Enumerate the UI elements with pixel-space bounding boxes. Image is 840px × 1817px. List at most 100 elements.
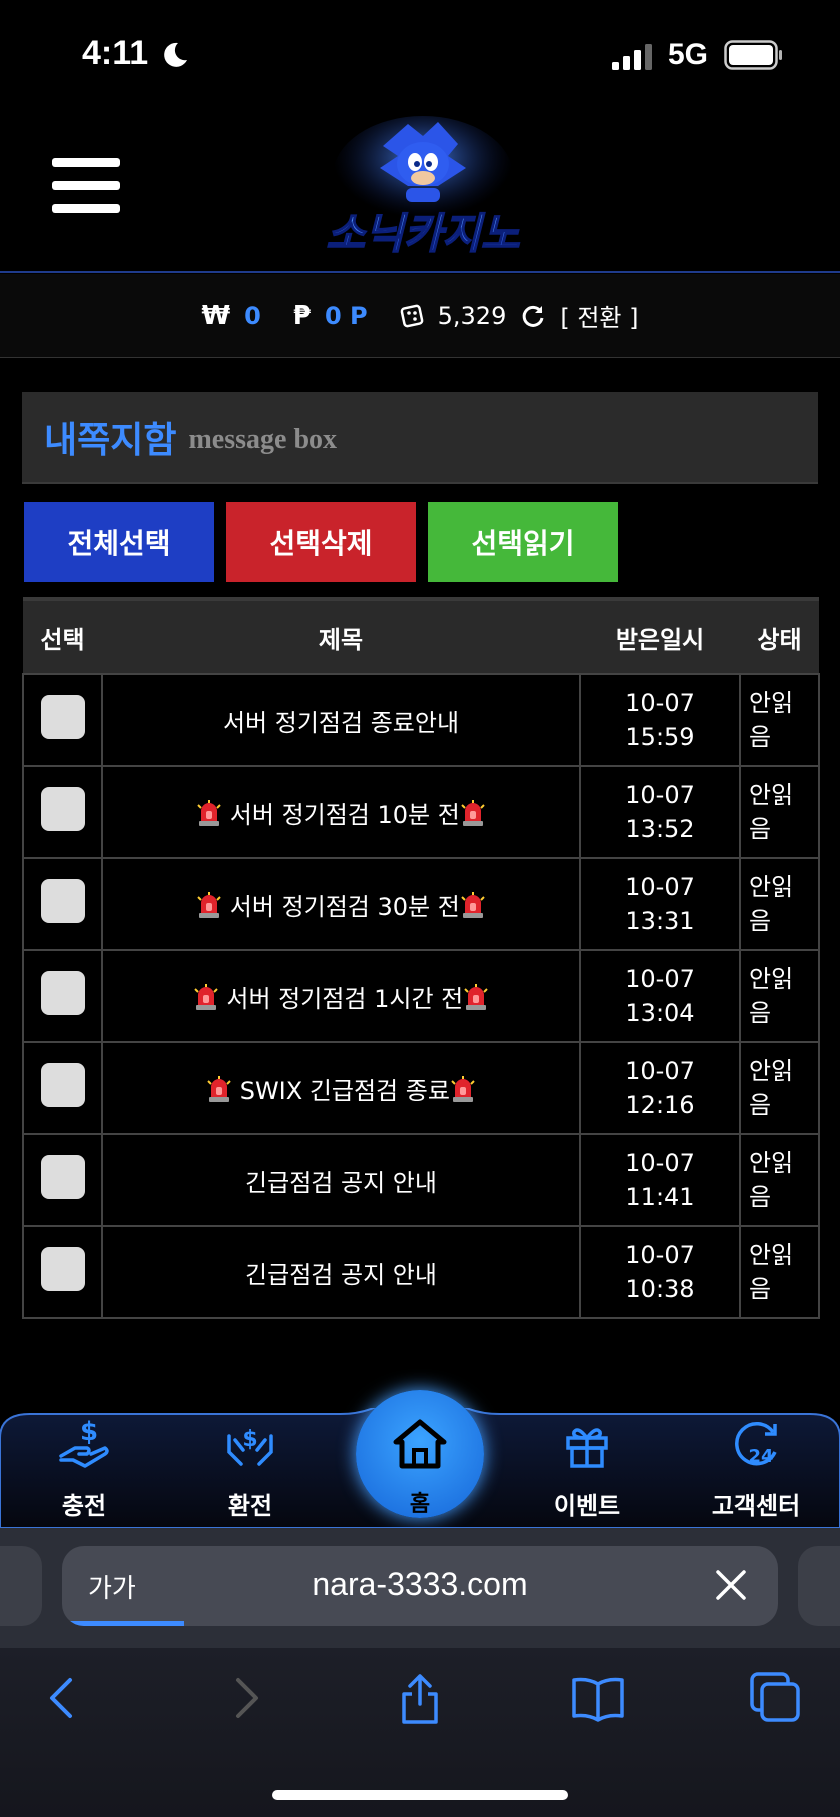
message-title[interactable]: 서버 정기점검 1시간 전 (226, 985, 463, 1013)
message-title[interactable]: 긴급점검 공지 안내 (245, 1169, 437, 1197)
nav-withdraw-label: 환전 (227, 1492, 273, 1520)
row-title-cell[interactable]: 긴급점검 공지 안내 (101, 1225, 581, 1319)
row-title-cell[interactable]: 서버 정기점검 10분 전 (101, 765, 581, 859)
read-selected-button[interactable]: 선택읽기 (428, 502, 618, 582)
col-header-status: 상태 (740, 597, 819, 674)
col-header-title: 제목 (102, 597, 580, 674)
table-row[interactable]: 서버 정기점검 10분 전 10-07 13:52 안읽 음 (22, 765, 820, 859)
share-icon[interactable] (392, 1670, 448, 1726)
won-symbol: ₩ (201, 300, 231, 331)
status-time: 4:11 (82, 34, 149, 72)
read-status-cont: 음 (749, 907, 772, 935)
row-title-cell[interactable]: 서버 정기점검 1시간 전 (101, 949, 581, 1043)
nav-event[interactable]: 이벤트 (527, 1416, 647, 1521)
nav-withdraw[interactable]: $ 환전 (190, 1416, 310, 1521)
previous-tab-peek[interactable] (0, 1546, 42, 1626)
point-symbol: ₱ (292, 300, 311, 331)
message-box-header: 내쪽지함 message box (22, 392, 818, 484)
read-status-cont: 음 (749, 1091, 772, 1119)
svg-text:$: $ (80, 1417, 98, 1447)
row-select-cell (22, 949, 103, 1043)
message-title[interactable]: 서버 정기점검 30분 전 (230, 893, 460, 921)
read-status: 안읽 (749, 965, 794, 993)
table-row[interactable]: 긴급점검 공지 안내 10-07 10:38 안읽 음 (22, 1225, 820, 1319)
won-balance: 0 (244, 301, 261, 330)
row-title-cell[interactable]: 서버 정기점검 30분 전 (101, 857, 581, 951)
nav-support[interactable]: 24 고객센터 (696, 1416, 816, 1521)
message-title[interactable]: 서버 정기점검 종료안내 (223, 709, 459, 737)
message-title[interactable]: SWIX 긴급점검 종료 (240, 1077, 450, 1105)
read-status-cont: 음 (749, 1275, 772, 1303)
forward-icon[interactable] (216, 1670, 272, 1726)
row-checkbox[interactable] (40, 1155, 85, 1199)
row-status-cell: 안읽 음 (739, 765, 820, 859)
cellular-signal-icon (612, 44, 652, 70)
row-title-cell[interactable]: SWIX 긴급점검 종료 (101, 1041, 581, 1135)
row-date-cell: 10-07 10:38 (579, 1225, 741, 1319)
siren-icon (451, 1075, 475, 1102)
siren-icon (197, 799, 221, 826)
nav-home[interactable]: 홈 (356, 1390, 484, 1518)
read-status-cont: 음 (749, 1183, 772, 1211)
row-select-cell (22, 765, 103, 859)
svg-text:24: 24 (748, 1446, 773, 1467)
convert-button[interactable]: [ 전환 ] (560, 298, 638, 333)
row-checkbox[interactable] (40, 695, 85, 739)
row-title-cell[interactable]: 긴급점검 공지 안내 (101, 1133, 581, 1227)
row-title-cell[interactable]: 서버 정기점검 종료안내 (101, 673, 581, 767)
row-select-cell (22, 1225, 103, 1319)
menu-button[interactable] (52, 158, 120, 218)
home-indicator[interactable] (272, 1790, 568, 1800)
row-checkbox[interactable] (40, 971, 85, 1015)
bookmarks-icon[interactable] (570, 1670, 626, 1726)
logo-text: 소닉카지노 (326, 209, 520, 258)
nav-deposit[interactable]: $ 충전 (24, 1416, 144, 1521)
next-tab-peek[interactable] (798, 1546, 840, 1626)
bottom-nav: $ 충전 $ 환전 홈 이벤트 24 고객센터 (0, 1390, 840, 1528)
row-checkbox[interactable] (40, 1063, 85, 1107)
table-row[interactable]: 서버 정기점검 종료안내 10-07 15:59 안읽 음 (22, 673, 820, 767)
url-text[interactable]: nara-3333.com (62, 1566, 778, 1603)
row-status-cell: 안읽 음 (739, 949, 820, 1043)
nav-home-label: 홈 (409, 1492, 431, 1517)
back-icon[interactable] (36, 1670, 92, 1726)
browser-toolbar (0, 1648, 840, 1817)
table-row[interactable]: 긴급점검 공지 안내 10-07 11:41 안읽 음 (22, 1133, 820, 1227)
message-title[interactable]: 긴급점검 공지 안내 (245, 1261, 437, 1289)
col-header-received: 받은일시 (580, 597, 740, 674)
point-balance: 0 P (324, 301, 368, 330)
row-checkbox[interactable] (40, 1247, 85, 1291)
table-row[interactable]: SWIX 긴급점검 종료 10-07 12:16 안읽 음 (22, 1041, 820, 1135)
address-bar[interactable]: 가가 nara-3333.com (62, 1546, 778, 1626)
row-status-cell: 안읽음 (739, 857, 820, 951)
read-status-cont: 음 (749, 815, 772, 843)
received-date: 10-07 (625, 781, 695, 809)
col-header-select: 선택 (23, 597, 102, 674)
received-time: 15:59 (625, 723, 695, 751)
read-status: 안읽 (749, 873, 794, 901)
hamburger-line (52, 181, 120, 190)
site-logo[interactable]: 소닉카지노 (288, 116, 558, 266)
chip-balance: 5,329 (437, 301, 507, 330)
row-checkbox[interactable] (40, 879, 85, 923)
table-row[interactable]: 서버 정기점검 30분 전 10-07 13:31 안읽 음 (22, 857, 820, 951)
message-title[interactable]: 서버 정기점검 10분 전 (230, 801, 460, 829)
refresh-icon[interactable] (520, 303, 546, 329)
withdraw-icon: $ (227, 1427, 273, 1466)
close-icon[interactable] (712, 1566, 750, 1604)
hamburger-line (52, 158, 120, 167)
received-time: 10:38 (625, 1275, 695, 1303)
page-load-progress (62, 1621, 184, 1626)
delete-selected-button[interactable]: 선택삭제 (226, 502, 416, 582)
siren-icon (461, 799, 485, 826)
site-header: 소닉카지노 (0, 110, 840, 273)
row-status-cell: 안읽 음 (739, 673, 820, 767)
select-all-button[interactable]: 전체선택 (24, 502, 214, 582)
tabs-icon[interactable] (748, 1670, 804, 1726)
row-select-cell (22, 673, 103, 767)
row-date-cell: 10-07 12:16 (579, 1041, 741, 1135)
row-date-cell: 10-07 13:52 (579, 765, 741, 859)
table-row[interactable]: 서버 정기점검 1시간 전 10-07 13:04 안읽 음 (22, 949, 820, 1043)
row-checkbox[interactable] (40, 787, 85, 831)
read-status-cont: 음 (749, 723, 772, 751)
